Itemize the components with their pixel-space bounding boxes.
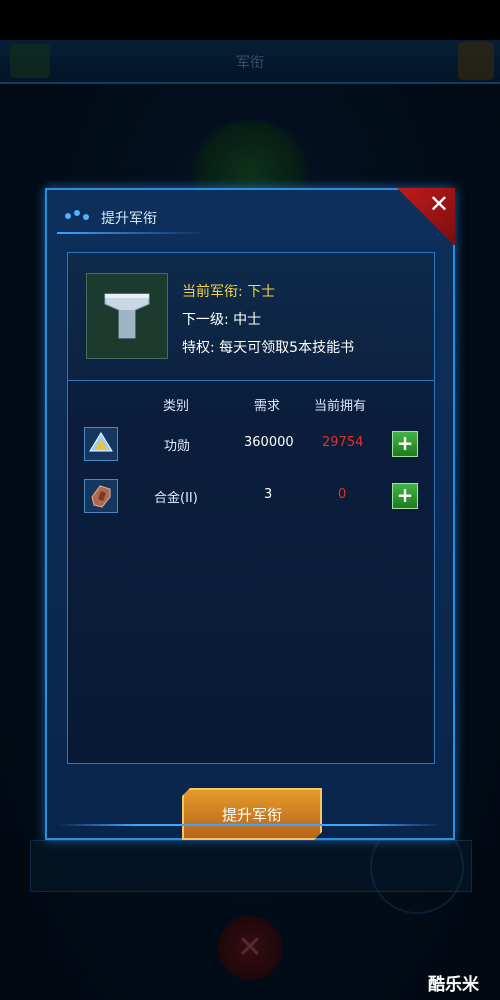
table-row: 合金(II) 3 0 + [68, 477, 434, 517]
next-rank-text: 下一级: 中士 [182, 312, 262, 328]
merit-crystal-icon[interactable] [84, 427, 118, 461]
watermark-text: 酷乐米 [428, 975, 479, 995]
row-category: 合金(II) [154, 491, 198, 506]
header-required: 需求 [254, 399, 281, 414]
rank-insignia-icon [86, 273, 168, 359]
add-merit-button[interactable]: + [392, 431, 418, 457]
dialog-bottom-line [57, 824, 443, 826]
title-underline [57, 232, 207, 234]
promote-button-label: 提升军衔 [221, 806, 282, 824]
privilege-text: 特权: 每天可领取5本技能书 [182, 340, 355, 356]
row-category: 功勋 [164, 439, 191, 454]
promote-rank-button[interactable]: 提升军衔 [182, 788, 322, 840]
close-button[interactable]: ✕ [397, 188, 455, 246]
alloy-icon[interactable] [84, 479, 118, 513]
promote-rank-dialog: 提升军衔 ✕ 当前军衔: 下士 下一级: 中士 特权: 每天可领取5本技能书 类… [45, 188, 455, 840]
current-rank-text: 当前军衔: 下士 [182, 284, 276, 300]
rank-info-panel: 当前军衔: 下士 下一级: 中士 特权: 每天可领取5本技能书 [67, 252, 435, 381]
header-owned: 当前拥有 [314, 399, 367, 414]
title-dots-icon [65, 208, 95, 222]
row-owned: 29754 [322, 435, 364, 450]
add-alloy-button[interactable]: + [392, 483, 418, 509]
row-required: 360000 [244, 435, 294, 450]
table-row: 功勋 360000 29754 + [68, 425, 434, 465]
row-required: 3 [264, 487, 273, 502]
close-icon[interactable]: ✕ [429, 190, 449, 218]
game-screen: 军衔 ✕ 提升军衔 ✕ 当前军衔: 下士 下一级: 中士 特权: 每天可领取5本… [0, 40, 500, 1000]
header-category: 类别 [163, 399, 190, 414]
requirements-table: 类别 需求 当前拥有 功勋 360000 29754 + 合金(II) 3 0 … [67, 380, 435, 764]
row-owned: 0 [338, 487, 347, 502]
dialog-title: 提升军衔 [101, 211, 157, 227]
